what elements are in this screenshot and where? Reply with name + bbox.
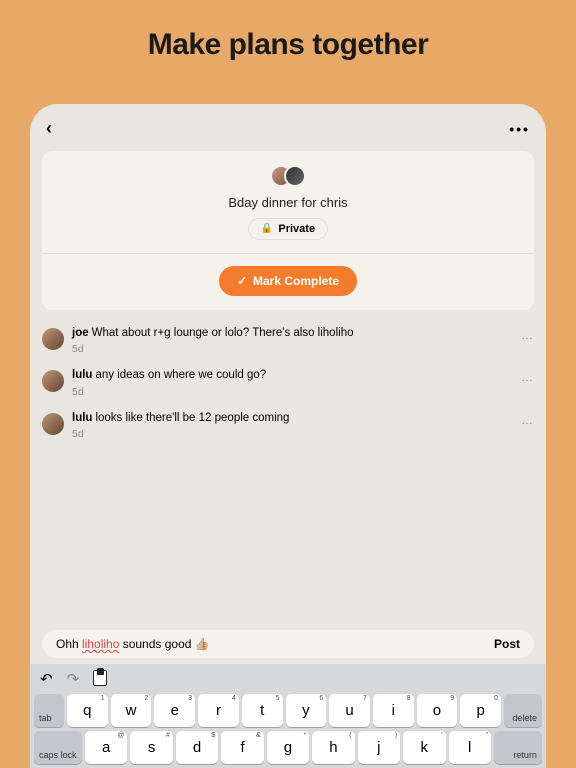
clipboard-icon[interactable]: [93, 670, 107, 686]
compose-bar[interactable]: Ohh liholiho sounds good 👍🏼 Post: [42, 630, 534, 658]
key-p[interactable]: 0p: [460, 694, 501, 727]
key-e[interactable]: 3e: [154, 694, 195, 727]
key-w[interactable]: 2w: [111, 694, 152, 727]
tab-key[interactable]: tab: [34, 694, 64, 727]
key-u[interactable]: 7u: [329, 694, 370, 727]
delete-key[interactable]: delete: [504, 694, 542, 727]
key-s[interactable]: #s: [130, 731, 172, 764]
divider: [42, 253, 534, 254]
spellcheck-word[interactable]: liholiho: [82, 637, 119, 651]
key-o[interactable]: 9o: [417, 694, 458, 727]
comment-text: looks like there'll be 12 people coming: [95, 412, 289, 424]
comment-row: luluany ideas on where we could go? 5d …: [42, 362, 534, 405]
comments-list: joeWhat about r+g lounge or lolo? There'…: [30, 310, 546, 448]
key-l[interactable]: "l: [449, 731, 491, 764]
comment-user: lulu: [72, 369, 92, 381]
key-r[interactable]: 4r: [198, 694, 239, 727]
device-frame: ‹ ••• Bday dinner for chris 🔒 Private ✓ …: [30, 104, 546, 768]
key-k[interactable]: 'k: [403, 731, 445, 764]
member-avatars: [52, 165, 524, 187]
comment-user: joe: [72, 327, 89, 339]
comment-user: lulu: [72, 412, 92, 424]
avatar: [42, 413, 64, 435]
undo-icon[interactable]: ↶: [40, 670, 53, 688]
keyboard: tab1q2w3e4r5t6y7u8i9o0pdelete caps lock@…: [30, 690, 546, 768]
mark-complete-button[interactable]: ✓ Mark Complete: [219, 266, 357, 296]
key-q[interactable]: 1q: [67, 694, 108, 727]
comment-row: joeWhat about r+g lounge or lolo? There'…: [42, 320, 534, 363]
lock-icon: 🔒: [261, 223, 273, 234]
plan-card: Bday dinner for chris 🔒 Private ✓ Mark C…: [42, 151, 534, 310]
keyboard-toolbar: ↶ ↷: [30, 664, 546, 690]
comment-more-icon[interactable]: …: [521, 326, 534, 342]
comment-more-icon[interactable]: …: [521, 368, 534, 384]
comment-time: 5d: [72, 342, 513, 356]
return-key[interactable]: return: [494, 731, 542, 764]
avatar: [42, 370, 64, 392]
key-t[interactable]: 5t: [242, 694, 283, 727]
comment-time: 5d: [72, 385, 513, 399]
back-button[interactable]: ‹: [46, 118, 52, 139]
avatar: [284, 165, 306, 187]
post-button[interactable]: Post: [494, 637, 520, 651]
key-d[interactable]: $d: [176, 731, 218, 764]
key-j[interactable]: )j: [358, 731, 400, 764]
plan-title: Bday dinner for chris: [52, 195, 524, 210]
more-button[interactable]: •••: [509, 121, 530, 137]
top-bar: ‹ •••: [30, 104, 546, 147]
comment-text: any ideas on where we could go?: [95, 369, 266, 381]
privacy-label: Private: [278, 223, 315, 235]
compose-input[interactable]: Ohh liholiho sounds good 👍🏼: [56, 637, 494, 651]
hero-title: Make plans together: [0, 0, 576, 86]
comment-text: What about r+g lounge or lolo? There's a…: [92, 327, 354, 339]
complete-label: Mark Complete: [253, 274, 339, 288]
avatar: [42, 328, 64, 350]
caps-lock-key[interactable]: caps lock: [34, 731, 82, 764]
key-h[interactable]: (h: [312, 731, 354, 764]
comment-more-icon[interactable]: …: [521, 411, 534, 427]
redo-icon[interactable]: ↷: [67, 670, 80, 688]
key-f[interactable]: &f: [221, 731, 263, 764]
comment-row: lululooks like there'll be 12 people com…: [42, 405, 534, 448]
key-i[interactable]: 8i: [373, 694, 414, 727]
privacy-pill[interactable]: 🔒 Private: [249, 219, 327, 239]
comment-time: 5d: [72, 427, 513, 441]
key-g[interactable]: *g: [267, 731, 309, 764]
key-y[interactable]: 6y: [286, 694, 327, 727]
key-a[interactable]: @a: [85, 731, 127, 764]
check-icon: ✓: [237, 274, 247, 288]
